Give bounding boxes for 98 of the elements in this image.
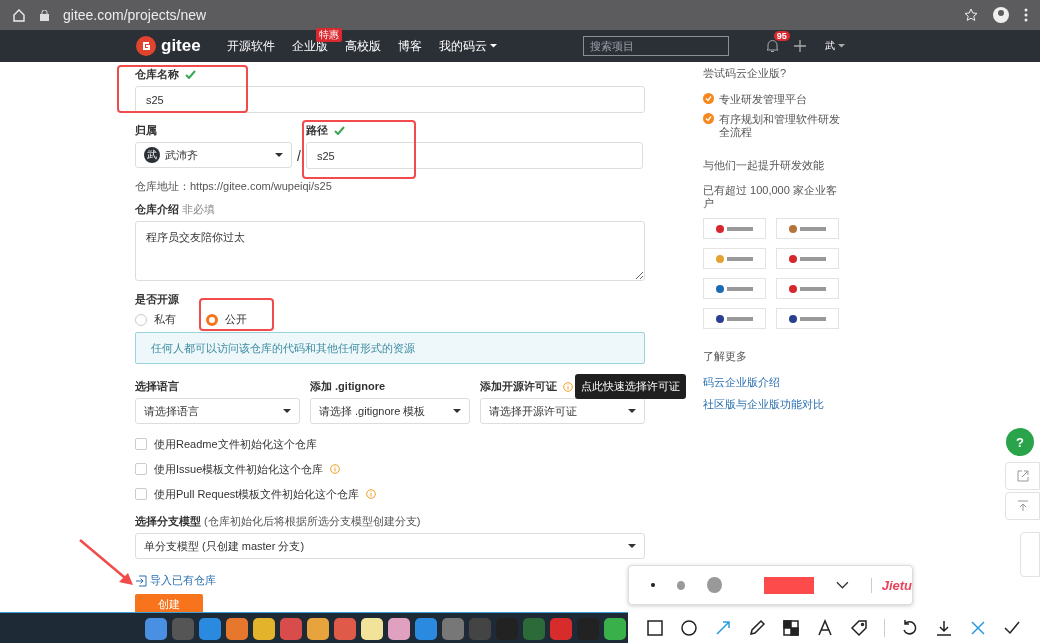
- tag-icon: [850, 618, 868, 637]
- field-label: 选择分支模型 (仓库初始化后将根据所选分支模型创建分支): [135, 514, 421, 529]
- download-icon: [935, 618, 953, 637]
- field-label: 选择语言: [135, 379, 179, 394]
- color-swatch[interactable]: [763, 576, 814, 594]
- promo-title: 尝试码云企业版?: [703, 67, 788, 80]
- nav-link[interactable]: 我的码云: [438, 37, 497, 55]
- customer-count: 已有超过 100,000 家企业客户: [703, 184, 838, 210]
- checkbox-label: 使用Pull Request模板文件初始化这个仓库: [154, 486, 360, 502]
- rectangle-icon: [646, 618, 664, 637]
- info-notice: 任何人都可以访问该仓库的代码和其他任何形式的资源: [135, 332, 645, 364]
- checkbox[interactable]: [135, 438, 147, 450]
- size-option[interactable]: [651, 583, 655, 587]
- check-circle-icon: [703, 93, 714, 104]
- avatar-icon: 武: [144, 147, 160, 163]
- tooltip: 点此快速选择许可证: [575, 374, 686, 399]
- checkmark-icon: [185, 70, 196, 79]
- caret-icon: [453, 409, 461, 413]
- caret-icon: [275, 153, 283, 157]
- nav-link[interactable]: 开源软件: [226, 37, 275, 55]
- dropdown-select[interactable]: 请选择 .gitignore 模板: [310, 398, 470, 424]
- input-field[interactable]: s25: [305, 142, 643, 169]
- info-icon: [366, 489, 377, 499]
- nav-link[interactable]: 高校版: [344, 37, 381, 55]
- letter-a-icon: [816, 618, 834, 637]
- company-logo: [776, 278, 839, 299]
- arrow-icon: [714, 618, 732, 637]
- nav-link[interactable]: 博客: [397, 37, 422, 55]
- field-label: 添加 .gitignore: [310, 379, 386, 394]
- sidebar-link[interactable]: 社区版与企业版功能对比: [703, 397, 843, 412]
- checkbox[interactable]: [135, 463, 147, 475]
- company-logo: [703, 218, 766, 239]
- section-heading: 了解更多: [703, 350, 748, 363]
- field-label: 仓库介绍 非必填: [135, 202, 216, 217]
- bell-icon[interactable]: [765, 39, 779, 53]
- checkbox-label: 使用Readme文件初始化这个仓库: [154, 436, 317, 452]
- checkbox-label: 使用Issue模板文件初始化这个仓库: [154, 461, 324, 477]
- radio-option[interactable]: 公开: [206, 312, 247, 327]
- share-icon: [1016, 470, 1029, 482]
- dropdown-select[interactable]: 请选择开源许可证: [480, 398, 645, 424]
- menu-icon[interactable]: [1024, 8, 1028, 22]
- checkmark-icon: [333, 126, 345, 135]
- notification-count: 95: [773, 31, 790, 41]
- back-to-top-button[interactable]: [1005, 492, 1040, 520]
- path-separator: /: [297, 148, 301, 164]
- mosaic-icon: [782, 618, 800, 637]
- info-icon: [330, 464, 341, 474]
- chevron-down-icon[interactable]: [835, 581, 849, 589]
- user-menu[interactable]: 武: [824, 39, 845, 53]
- description-field[interactable]: 程序员交友陪你过太: [135, 221, 645, 281]
- logo-text[interactable]: gitee: [161, 36, 201, 56]
- company-logo: [776, 218, 839, 239]
- company-logo: [776, 248, 839, 269]
- home-icon[interactable]: [12, 8, 26, 22]
- circle-icon: [680, 618, 698, 637]
- company-logo: [703, 308, 766, 329]
- field-label: 归属: [135, 123, 157, 138]
- brand-name: Jietu: [870, 577, 912, 593]
- search-field[interactable]: 搜索项目: [582, 36, 729, 56]
- company-logo: [776, 308, 839, 329]
- repo-address: 仓库地址：https://gitee.com/wupeiqi/s25: [135, 179, 333, 194]
- input-field[interactable]: s25: [135, 86, 645, 113]
- check-circle-icon: [703, 113, 714, 124]
- sidebar-link[interactable]: 码云企业版介绍: [703, 375, 843, 390]
- caret-icon: [837, 44, 845, 48]
- field-label: 仓库名称: [135, 67, 179, 82]
- pencil-icon: [748, 618, 766, 637]
- caret-icon: [489, 44, 497, 48]
- branch-select[interactable]: 单分支模型 (只创建 master 分支): [135, 533, 645, 559]
- plus-icon[interactable]: [792, 39, 807, 53]
- section-heading: 与他们一起提升研发效能: [703, 159, 825, 172]
- close-icon: [969, 618, 987, 637]
- feature-text: 专业研发管理平台: [719, 93, 807, 106]
- lock-icon: [40, 9, 49, 21]
- undo-icon: [901, 618, 919, 637]
- company-logo: [703, 278, 766, 299]
- import-icon: [135, 574, 147, 587]
- checkbox[interactable]: [135, 488, 147, 500]
- field-label: 路径: [305, 123, 328, 138]
- owner-select[interactable]: 武 武沛齐: [135, 142, 292, 168]
- feature-text: 有序规划和管理软件研发全流程: [719, 113, 841, 139]
- dropdown-select[interactable]: 请选择语言: [135, 398, 300, 424]
- caret-icon: [628, 409, 636, 413]
- logo-icon: [136, 36, 156, 56]
- field-label: 是否开源: [135, 292, 179, 307]
- company-logo: [703, 248, 766, 269]
- radio-option[interactable]: 私有: [135, 312, 176, 327]
- caret-icon: [628, 544, 636, 548]
- star-icon[interactable]: [964, 8, 978, 22]
- field-label: 添加开源许可证: [480, 379, 557, 394]
- radio-button[interactable]: [135, 313, 147, 326]
- share-button[interactable]: [1005, 462, 1040, 490]
- import-link[interactable]: 导入已有仓库: [135, 573, 216, 588]
- caret-icon: [283, 409, 291, 413]
- profile-icon[interactable]: [992, 6, 1010, 24]
- radio-button[interactable]: [206, 313, 218, 326]
- arrow-up-icon: [1016, 500, 1029, 512]
- info-icon: [563, 381, 573, 392]
